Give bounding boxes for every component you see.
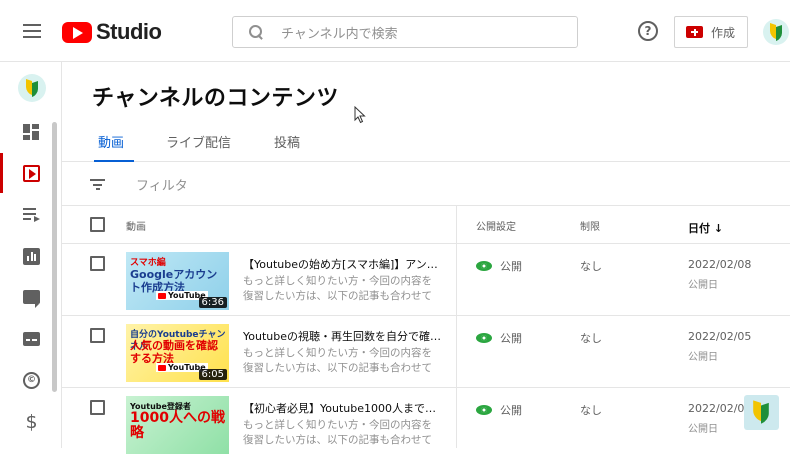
description-line: 復習したい方は、以下の記事も合わせて — [243, 362, 432, 374]
video-thumbnail[interactable]: Youtube登録者 1000人への戦略 — [126, 396, 229, 454]
dashboard-icon — [23, 124, 40, 141]
sidebar-item-earn[interactable]: $ — [0, 402, 52, 442]
sidebar-item-playlists[interactable] — [0, 194, 52, 234]
logo-text: Studio — [96, 19, 162, 44]
table-row[interactable]: Youtube登録者 1000人への戦略 【初心者必見】Youtube1000人… — [62, 388, 790, 460]
restriction-value: なし — [580, 260, 602, 273]
visibility-dropdown[interactable]: 公開 — [476, 330, 522, 346]
comments-icon — [23, 290, 40, 308]
sidebar-item-dashboard[interactable] — [0, 112, 52, 152]
create-button[interactable]: 作成 — [674, 16, 748, 48]
channel-watermark — [744, 395, 779, 430]
tab-videos[interactable]: 動画 — [98, 132, 124, 151]
video-title[interactable]: Youtubeの視聴・再生回数を自分で確… — [243, 328, 443, 344]
sidebar-item-copyright[interactable]: © — [0, 360, 52, 400]
visibility-label: 公開 — [500, 260, 522, 273]
page-title: チャンネルのコンテンツ — [92, 86, 339, 111]
visibility-dropdown[interactable]: 公開 — [476, 258, 522, 274]
avatar[interactable] — [763, 19, 789, 45]
video-thumbnail[interactable]: 自分のYoutubeチャンネル 人気の動画を確認する方法 YouTube 6:0… — [126, 324, 229, 382]
column-restrictions[interactable]: 制限 — [580, 218, 600, 233]
content-icon — [23, 165, 40, 182]
sidebar-item-subtitles[interactable] — [0, 318, 52, 358]
table-header: 動画 公開設定 制限 日付 ↓ — [62, 206, 790, 244]
beginner-leaf-icon — [26, 80, 38, 96]
create-label: 作成 — [711, 25, 736, 40]
dollar-icon: $ — [25, 411, 38, 433]
sidebar-scrollbar[interactable] — [52, 122, 57, 392]
select-all-checkbox[interactable] — [90, 217, 105, 232]
column-visibility[interactable]: 公開設定 — [476, 218, 516, 233]
date-value: 2022/02/03 — [688, 402, 752, 415]
eye-icon — [476, 261, 492, 271]
tab-live[interactable]: ライブ配信 — [166, 132, 231, 151]
video-duration: 6:05 — [198, 369, 227, 380]
visibility-label: 公開 — [500, 404, 522, 417]
description-line: もっと詳しく知りたい方・今回の内容を — [243, 275, 432, 287]
column-divider — [456, 206, 457, 448]
subtitles-icon — [23, 332, 40, 346]
description-line: 復習したい方は、以下の記事も合わせて — [243, 290, 432, 302]
create-video-icon — [686, 26, 703, 38]
help-icon[interactable]: ? — [638, 21, 658, 41]
filter-bar[interactable]: フィルタ — [62, 162, 790, 206]
sidebar: © $ — [0, 62, 62, 448]
description-line: もっと詳しく知りたい方・今回の内容を — [243, 419, 432, 431]
thumbnail-title: 1000人への戦略 — [130, 410, 225, 441]
column-video: 動画 — [126, 222, 146, 233]
date-type: 公開日 — [688, 352, 718, 363]
visibility-dropdown[interactable]: 公開 — [476, 402, 522, 418]
beginner-leaf-icon — [753, 402, 769, 423]
video-description: もっと詳しく知りたい方・今回の内容を 復習したい方は、以下の記事も合わせて — [243, 274, 448, 304]
playlist-icon — [23, 206, 40, 223]
eye-icon — [476, 333, 492, 343]
date-type: 公開日 — [688, 280, 718, 291]
tab-posts[interactable]: 投稿 — [274, 132, 300, 151]
search-icon — [249, 25, 263, 39]
visibility-label: 公開 — [500, 332, 522, 345]
thumbnail-title: 人気の動画を確認する方法 — [130, 339, 218, 365]
row-checkbox[interactable] — [90, 400, 105, 415]
table-row[interactable]: 自分のYoutubeチャンネル 人気の動画を確認する方法 YouTube 6:0… — [62, 316, 790, 388]
sidebar-item-analytics[interactable] — [0, 236, 52, 276]
restriction-value: なし — [580, 404, 602, 417]
tab-bar: 動画 ライブ配信 投稿 — [62, 122, 790, 162]
main-content: チャンネルのコンテンツ 動画 ライブ配信 投稿 フィルタ 動画 公開設定 制限 … — [62, 62, 790, 454]
video-title[interactable]: 【初心者必見】Youtube1000人までの… — [243, 400, 443, 416]
sidebar-item-comments[interactable] — [0, 278, 52, 318]
channel-avatar[interactable] — [18, 74, 46, 102]
youtube-logo-icon — [62, 21, 92, 43]
video-title[interactable]: 【Youtubeの始め方[スマホ編]】アン… — [243, 256, 443, 272]
description-line: もっと詳しく知りたい方・今回の内容を — [243, 347, 432, 359]
filter-icon[interactable] — [90, 179, 105, 190]
row-checkbox[interactable] — [90, 328, 105, 343]
sidebar-item-content[interactable] — [0, 153, 52, 193]
video-description: もっと詳しく知りたい方・今回の内容を 復習したい方は、以下の記事も合わせて — [243, 346, 448, 376]
studio-logo[interactable]: Studio — [62, 19, 162, 44]
video-duration: 6:36 — [198, 297, 227, 308]
date-value: 2022/02/05 — [688, 330, 752, 343]
date-type: 公開日 — [688, 424, 718, 435]
description-line: 復習したい方は、以下の記事も合わせて — [243, 434, 432, 446]
copyright-icon: © — [23, 372, 40, 389]
row-checkbox[interactable] — [90, 256, 105, 271]
menu-icon[interactable] — [23, 24, 41, 38]
search-placeholder: チャンネル内で検索 — [281, 26, 398, 42]
filter-input[interactable]: フィルタ — [136, 175, 188, 194]
search-input[interactable]: チャンネル内で検索 — [232, 16, 578, 48]
video-description: もっと詳しく知りたい方・今回の内容を 復習したい方は、以下の記事も合わせて — [243, 418, 448, 448]
table-row[interactable]: スマホ編 Googleアカウント作成方法 YouTube 6:36 【Youtu… — [62, 244, 790, 316]
beginner-leaf-icon — [770, 24, 782, 40]
analytics-icon — [23, 248, 40, 265]
video-thumbnail[interactable]: スマホ編 Googleアカウント作成方法 YouTube 6:36 — [126, 252, 229, 310]
top-bar: Studio チャンネル内で検索 ? 作成 — [0, 0, 790, 62]
date-value: 2022/02/08 — [688, 258, 752, 271]
column-date[interactable]: 日付 ↓ — [688, 220, 723, 236]
restriction-value: なし — [580, 332, 602, 345]
eye-icon — [476, 405, 492, 415]
